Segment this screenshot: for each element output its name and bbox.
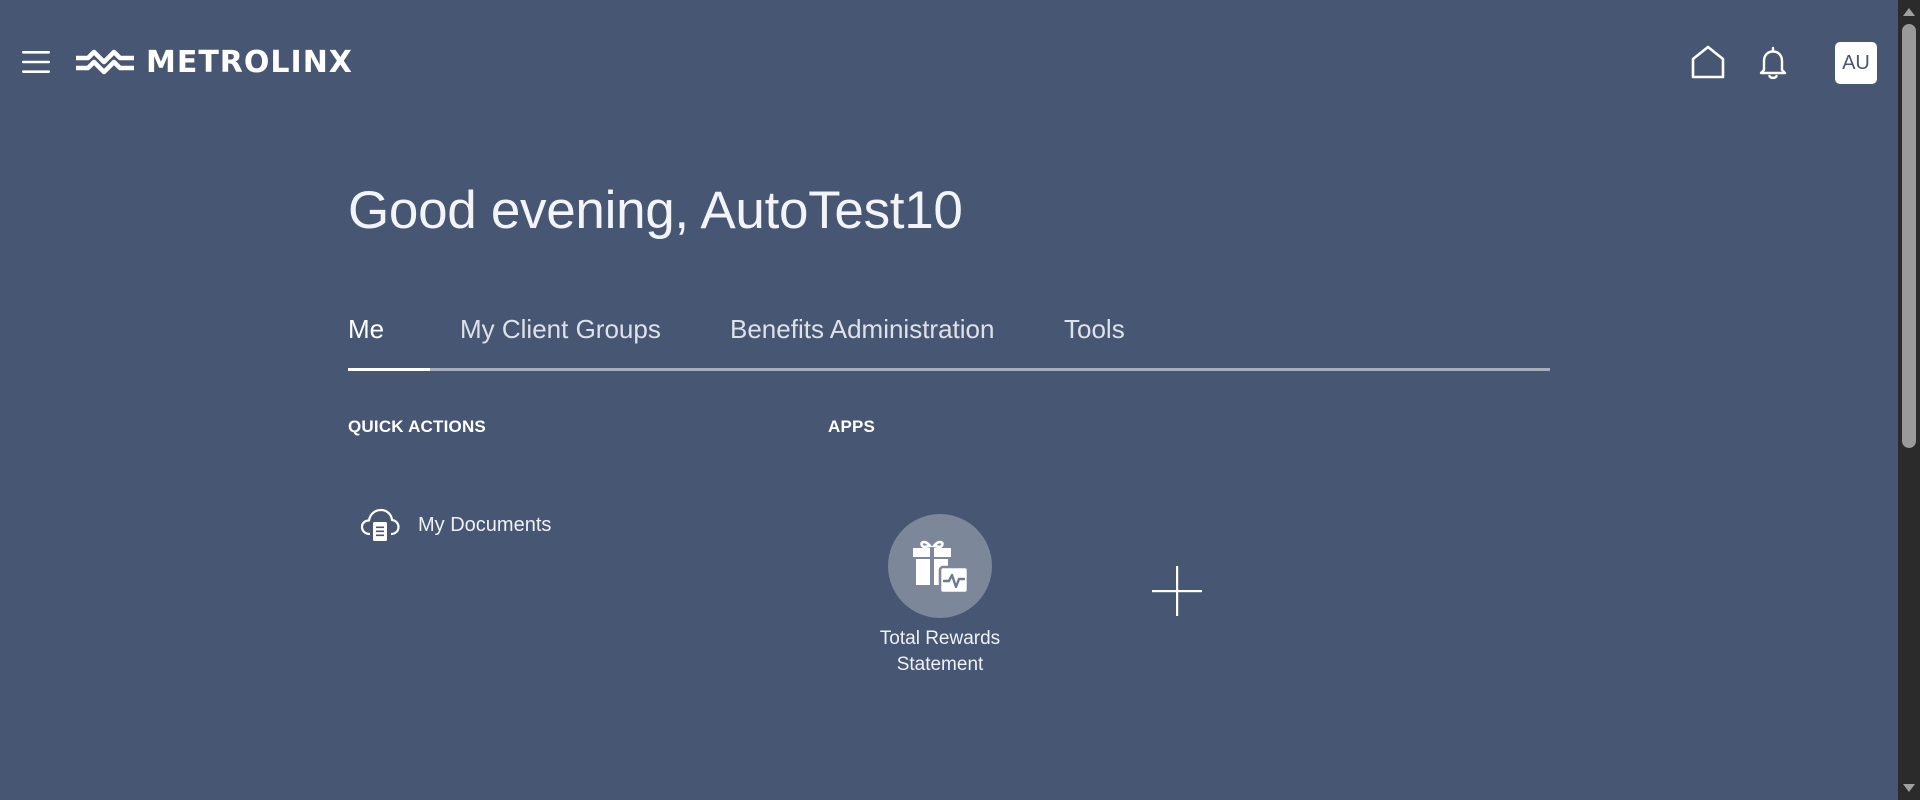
app-icon-circle bbox=[888, 514, 992, 618]
logo-wave-icon bbox=[76, 49, 134, 75]
page-greeting: Good evening, AutoTest10 bbox=[348, 181, 963, 240]
scroll-up-arrow-icon[interactable] bbox=[1903, 8, 1915, 16]
quick-actions-title: QUICK ACTIONS bbox=[348, 417, 486, 436]
user-avatar[interactable]: AU bbox=[1835, 42, 1877, 84]
page: METROLINX AU Good evening, AutoTest10 Me… bbox=[0, 0, 1920, 800]
hamburger-menu-icon[interactable] bbox=[20, 48, 52, 76]
notifications-bell-icon[interactable] bbox=[1757, 45, 1789, 81]
gift-activity-icon bbox=[913, 540, 970, 595]
tab-benefits-administration[interactable]: Benefits Administration bbox=[730, 314, 994, 345]
active-tab-indicator bbox=[348, 368, 430, 371]
apps-title: APPS bbox=[828, 417, 876, 436]
metrolinx-logo[interactable]: METROLINX bbox=[74, 44, 353, 80]
app-label: Total Rewards Statement bbox=[870, 626, 1010, 678]
tab-me[interactable]: Me bbox=[348, 314, 384, 345]
home-icon[interactable] bbox=[1690, 44, 1726, 80]
scrollbar-thumb[interactable] bbox=[1902, 24, 1916, 448]
tab-tools[interactable]: Tools bbox=[1064, 314, 1125, 345]
tab-my-client-groups[interactable]: My Client Groups bbox=[460, 314, 661, 345]
global-header: METROLINX AU bbox=[0, 0, 1898, 124]
vertical-scrollbar[interactable] bbox=[1898, 0, 1920, 800]
cloud-document-icon bbox=[360, 508, 400, 541]
tab-bar: Me My Client Groups Benefits Administrat… bbox=[348, 306, 1550, 371]
quick-action-my-documents[interactable]: My Documents bbox=[360, 505, 551, 545]
app-label-line-2: Statement bbox=[896, 654, 984, 675]
brand-name: METROLINX bbox=[146, 44, 353, 80]
plus-icon[interactable] bbox=[1150, 564, 1204, 618]
scroll-down-arrow-icon[interactable] bbox=[1903, 784, 1915, 792]
app-label-line-1: Total Rewards bbox=[879, 628, 1001, 649]
quick-action-label: My Documents bbox=[418, 513, 552, 536]
app-total-rewards-statement[interactable]: Total Rewards Statement bbox=[870, 512, 1010, 678]
